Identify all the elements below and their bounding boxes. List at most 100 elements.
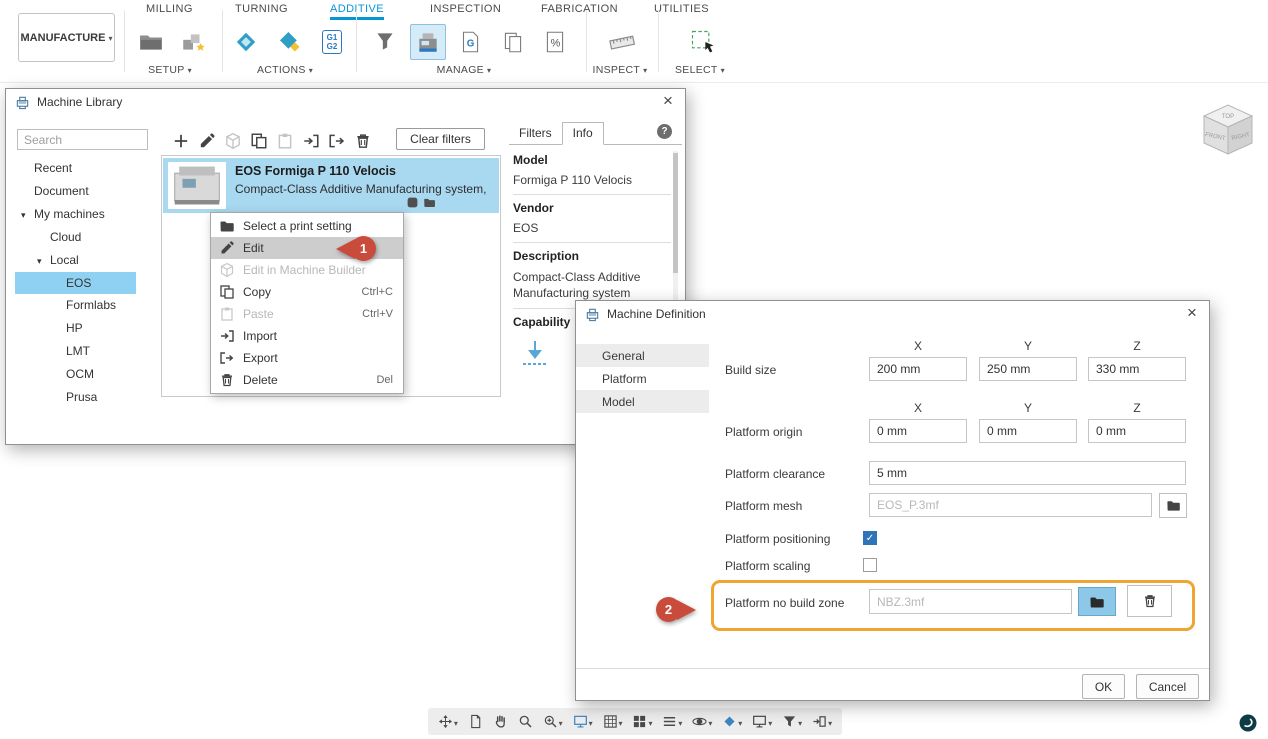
nav-selection-filter-icon[interactable] (782, 714, 802, 729)
platform-no-build-zone-delete-button[interactable] (1127, 585, 1172, 617)
edit-machine-button[interactable] (198, 132, 216, 150)
nav-item-model[interactable]: Model (576, 390, 709, 413)
setup-folder-icon[interactable] (133, 24, 169, 60)
menu-item-import[interactable]: Import (211, 325, 403, 347)
ok-button[interactable]: OK (1082, 674, 1125, 699)
sidebar-item-prusa[interactable]: Prusa (15, 386, 136, 408)
sidebar-item-cloud[interactable]: Cloud (15, 226, 136, 248)
action-post-process-icon[interactable]: G1G2 (314, 24, 350, 60)
manage-templates-icon[interactable] (495, 24, 531, 60)
platform-mesh-input[interactable] (869, 493, 1152, 517)
tab-filters[interactable]: Filters (509, 123, 562, 144)
nav-item-general[interactable]: General (576, 344, 709, 367)
expand-caret-icon[interactable] (37, 253, 42, 267)
paste-machine-button[interactable] (276, 132, 294, 150)
viewcube-face-top[interactable]: TOP (1222, 114, 1234, 120)
build-size-z-input[interactable] (1088, 357, 1186, 381)
nav-display-settings-icon[interactable] (573, 714, 593, 729)
machine-builder-button[interactable] (224, 132, 242, 150)
sidebar-item-label: LMT (66, 344, 90, 358)
manage-post-library-icon[interactable] (367, 24, 403, 60)
menu-item-delete[interactable]: DeleteDel (211, 369, 403, 391)
sidebar-item-formlabs[interactable]: Formlabs (15, 294, 136, 316)
add-machine-button[interactable] (172, 132, 190, 150)
delete-machine-button[interactable] (354, 132, 372, 150)
sidebar-item-ocm[interactable]: OCM (15, 363, 136, 385)
group-manage[interactable]: MANAGE (432, 64, 496, 76)
setup-parts-icon[interactable] (175, 24, 211, 60)
help-icon[interactable] (657, 124, 672, 139)
copy-machine-button[interactable] (250, 132, 268, 150)
search-input[interactable] (17, 129, 148, 150)
platform-no-build-zone-input[interactable] (869, 589, 1072, 614)
nav-transform-icon[interactable] (812, 714, 832, 729)
action-simulate-icon[interactable] (272, 24, 308, 60)
trash-icon (219, 372, 235, 388)
tab-fabrication[interactable]: FABRICATION (541, 3, 618, 17)
group-actions[interactable]: ACTIONS (252, 64, 318, 76)
platform-origin-z-input[interactable] (1088, 419, 1186, 443)
close-icon[interactable] (660, 93, 676, 109)
nav-grab-icon[interactable] (493, 714, 508, 729)
nav-item-platform[interactable]: Platform (576, 367, 709, 390)
platform-origin-x-input[interactable] (869, 419, 967, 443)
assistant-badge[interactable] (1239, 714, 1257, 732)
platform-origin-y-input[interactable] (979, 419, 1077, 443)
group-setup[interactable]: SETUP (138, 64, 202, 76)
menu-item-copy[interactable]: CopyCtrl+C (211, 281, 403, 303)
sidebar-item-local[interactable]: Local (15, 249, 136, 271)
machine-card-selected[interactable]: EOS Formiga P 110 Velocis Compact-Class … (163, 158, 499, 213)
nav-orbit-icon[interactable] (692, 714, 712, 729)
build-size-x-input[interactable] (869, 357, 967, 381)
sidebar-item-lmt[interactable]: LMT (15, 340, 136, 362)
scrollbar-thumb[interactable] (673, 153, 678, 273)
select-tool-icon[interactable] (685, 24, 721, 60)
build-size-y-input[interactable] (979, 357, 1077, 381)
close-icon[interactable] (1184, 305, 1200, 321)
sidebar-item-recent[interactable]: Recent (15, 157, 136, 179)
sidebar-item-document[interactable]: Document (15, 180, 136, 202)
tab-milling[interactable]: MILLING (146, 3, 193, 17)
group-select[interactable]: SELECT (668, 64, 732, 76)
export-machine-button[interactable] (328, 132, 346, 150)
expand-caret-icon[interactable] (21, 207, 26, 221)
cancel-button[interactable]: Cancel (1136, 674, 1199, 699)
sidebar-item-hp[interactable]: HP (15, 317, 136, 339)
platform-no-build-zone-browse-button[interactable] (1078, 587, 1116, 616)
g-letter: G (467, 38, 475, 49)
tab-utilities[interactable]: UTILITIES (654, 3, 709, 17)
menu-item-select-print-setting[interactable]: Select a print setting (211, 215, 403, 237)
tab-info[interactable]: Info (562, 122, 604, 145)
platform-positioning-checkbox[interactable] (863, 531, 877, 545)
nav-pan-icon[interactable] (438, 714, 458, 729)
nav-steps-icon[interactable] (662, 714, 682, 729)
group-inspect[interactable]: INSPECT (588, 64, 652, 76)
sidebar-item-eos[interactable]: EOS (15, 272, 136, 294)
platform-clearance-input[interactable] (869, 461, 1186, 485)
tab-turning[interactable]: TURNING (235, 3, 288, 17)
platform-scaling-checkbox[interactable] (863, 558, 877, 572)
nav-zoom-icon[interactable] (518, 714, 533, 729)
nav-grid-icon[interactable] (603, 714, 623, 729)
manage-probing-icon[interactable]: % (537, 24, 573, 60)
nav-named-views-icon[interactable] (722, 714, 742, 729)
action-generate-icon[interactable] (228, 24, 264, 60)
nav-zoom-window-icon[interactable] (543, 714, 563, 729)
view-cube[interactable]: TOP FRONT RIGHT (1190, 90, 1266, 166)
manage-machine-library-icon[interactable] (410, 24, 446, 60)
clear-filters-button[interactable]: Clear filters (396, 128, 485, 150)
tab-inspection[interactable]: INSPECTION (430, 3, 501, 17)
nav-look-at-icon[interactable] (468, 714, 483, 729)
funnel-icon (372, 29, 398, 55)
workspace-selector-button[interactable]: MANUFACTURE (18, 13, 115, 62)
manage-ncprogram-icon[interactable]: G (452, 24, 488, 60)
inspect-measure-icon[interactable] (604, 24, 640, 60)
nav-display-mode-icon[interactable] (752, 714, 772, 729)
sidebar-item-my-machines[interactable]: My machines (15, 203, 136, 225)
nav-viewports-icon[interactable] (632, 714, 652, 729)
import-machine-button[interactable] (302, 132, 320, 150)
menu-item-label: Select a print setting (243, 219, 393, 233)
platform-mesh-browse-button[interactable] (1159, 493, 1187, 518)
menu-item-export[interactable]: Export (211, 347, 403, 369)
folder-icon (1166, 498, 1181, 513)
